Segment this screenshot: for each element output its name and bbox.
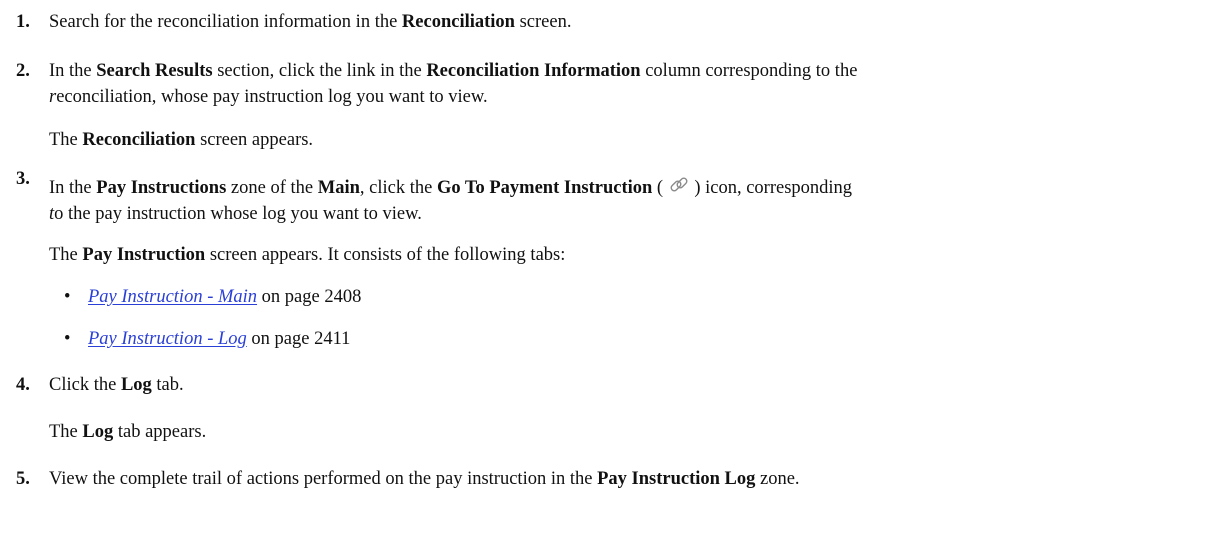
step-number: 2. [16,61,30,81]
step-text: Search for the reconciliation informatio… [49,12,572,32]
screen-name: Reconciliation [401,12,515,32]
step-4-result: The Log tab appears. [49,422,207,442]
step-number: 4. [16,375,30,395]
step-number: 5. [16,469,30,489]
bullet: • [64,287,71,307]
xref-link-pay-instruction-log[interactable]: Pay Instruction - Log [88,329,247,349]
step-3-result: The Pay Instruction screen appears. It c… [49,245,566,265]
step-number: 1. [16,12,30,32]
step-number: 3. [16,169,30,189]
step-text: In the Search Results section, click the… [49,61,858,107]
step-text: View the complete trail of actions perfo… [49,469,800,489]
step-text: In the Pay Instructions zone of the Main… [49,174,1216,227]
procedure-page: 1. Search for the reconciliation informa… [0,0,1224,543]
link-icon [668,174,690,196]
xref-link-pay-instruction-main[interactable]: Pay Instruction - Main [88,287,257,307]
step-2-result: The Reconciliation screen appears. [49,130,314,150]
step-text: Click the Log tab. [49,375,184,395]
bullet: • [64,329,71,349]
